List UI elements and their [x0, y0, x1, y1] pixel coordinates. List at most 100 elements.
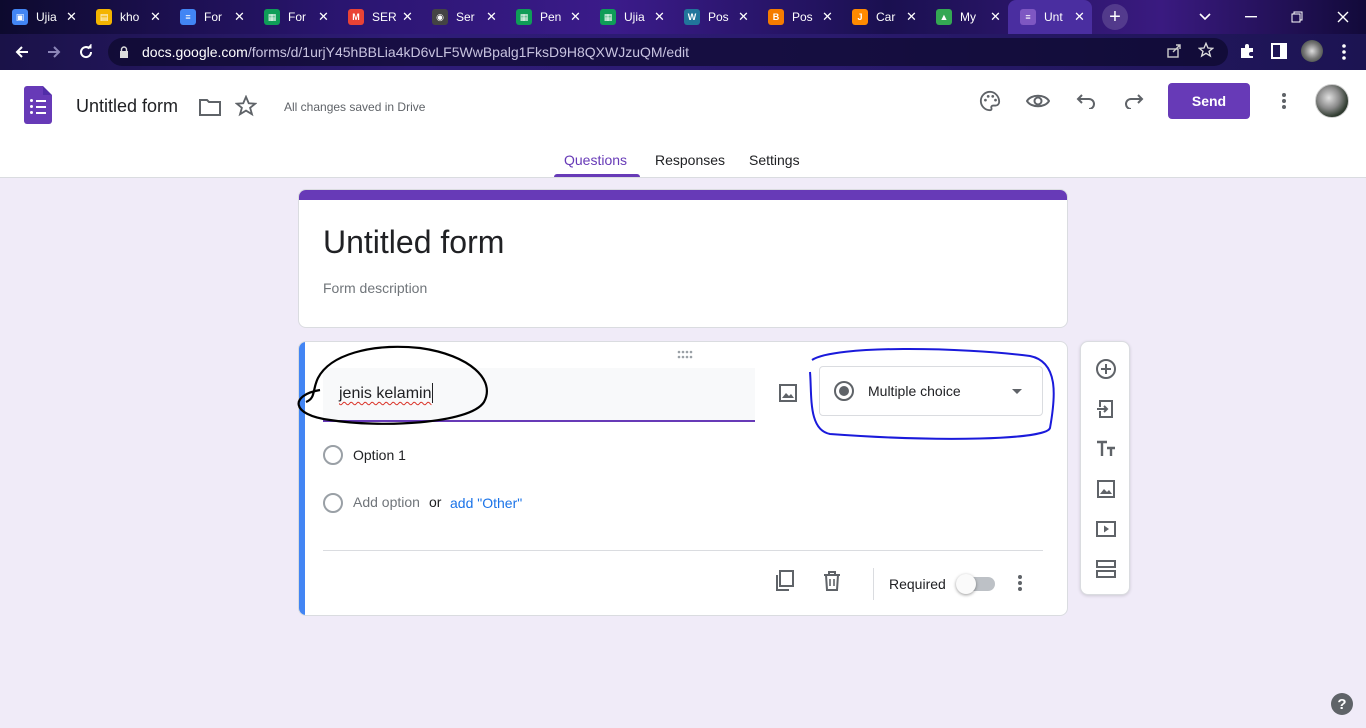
browser-tab[interactable]: M SER ✕ — [336, 0, 420, 34]
import-questions-icon[interactable] — [1093, 396, 1119, 422]
profile-avatar[interactable] — [1301, 40, 1323, 62]
url-field[interactable]: docs.google.com/forms/d/1urjY45hBBLia4kD… — [108, 38, 1228, 66]
tab-close-icon[interactable]: ✕ — [318, 9, 329, 25]
drag-handle-icon[interactable] — [677, 350, 693, 360]
tab-close-icon[interactable]: ✕ — [150, 9, 161, 25]
form-title-input[interactable]: Untitled form — [323, 224, 504, 261]
tab-settings[interactable]: Settings — [749, 152, 800, 180]
tab-favicon-icon: ▣ — [12, 9, 28, 25]
question-more-options-icon[interactable] — [1007, 570, 1033, 596]
extensions-icon[interactable] — [1238, 42, 1256, 65]
required-label: Required — [889, 576, 946, 592]
question-card[interactable]: jenis kelamin Multiple choice Option 1 A… — [298, 341, 1068, 616]
add-image-icon[interactable] — [773, 378, 803, 408]
browser-tab[interactable]: ▤ kho ✕ — [84, 0, 168, 34]
browser-tab[interactable]: ≡ Unt ✕ — [1008, 0, 1092, 34]
browser-menu-icon[interactable] — [1337, 43, 1351, 66]
browser-tab[interactable]: ▦ Pen ✕ — [504, 0, 588, 34]
tab-title: Ujia — [36, 10, 57, 24]
question-type-label: Multiple choice — [868, 383, 961, 399]
move-to-folder-icon[interactable] — [190, 87, 230, 127]
active-tab-indicator — [554, 174, 640, 177]
customize-theme-palette-icon[interactable] — [970, 81, 1010, 121]
forward-button[interactable] — [38, 36, 70, 68]
form-title-card: Untitled form Form description — [298, 189, 1068, 328]
add-title-text-icon[interactable] — [1093, 436, 1119, 462]
add-video-icon[interactable] — [1093, 516, 1119, 542]
close-window-button[interactable] — [1320, 0, 1366, 34]
reload-icon — [80, 44, 93, 59]
google-forms-logo[interactable] — [24, 86, 52, 124]
browser-tab[interactable]: W Pos ✕ — [672, 0, 756, 34]
option-radio-icon — [323, 445, 343, 465]
browser-tab[interactable]: B Pos ✕ — [756, 0, 840, 34]
delete-trash-icon[interactable] — [819, 568, 845, 594]
browser-tab[interactable]: ≡ For ✕ — [168, 0, 252, 34]
tab-close-icon[interactable]: ✕ — [66, 9, 77, 25]
browser-tab[interactable]: ▦ Ujia ✕ — [588, 0, 672, 34]
browser-tab[interactable]: ▲ My ✕ — [924, 0, 1008, 34]
tab-title: Pos — [792, 10, 813, 24]
duplicate-icon[interactable] — [771, 568, 797, 594]
tab-close-icon[interactable]: ✕ — [1074, 9, 1085, 25]
tab-favicon-icon: ≡ — [180, 9, 196, 25]
more-options-icon[interactable] — [1264, 81, 1304, 121]
tab-favicon-icon: W — [684, 9, 700, 25]
reload-button[interactable] — [70, 36, 102, 68]
question-title-input[interactable]: jenis kelamin — [323, 368, 755, 422]
tab-close-icon[interactable]: ✕ — [906, 9, 917, 25]
browser-tab[interactable]: ▣ Ujia ✕ — [0, 0, 84, 34]
radio-button-icon — [834, 381, 854, 401]
help-button[interactable]: ? — [1331, 693, 1353, 715]
browser-tab[interactable]: ▦ For ✕ — [252, 0, 336, 34]
star-icon[interactable] — [226, 86, 266, 126]
restore-button[interactable] — [1274, 0, 1320, 34]
question-footer-divider — [323, 550, 1043, 551]
send-button[interactable]: Send — [1168, 83, 1250, 119]
add-image-tool-icon[interactable] — [1093, 476, 1119, 502]
option-1-input[interactable]: Option 1 — [353, 447, 406, 463]
tab-close-icon[interactable]: ✕ — [822, 9, 833, 25]
tab-close-icon[interactable]: ✕ — [234, 9, 245, 25]
tab-favicon-icon: M — [348, 9, 364, 25]
tab-favicon-icon: J — [852, 9, 868, 25]
preview-eye-icon[interactable] — [1018, 81, 1058, 121]
tab-title: Pos — [708, 10, 729, 24]
back-button[interactable] — [6, 36, 38, 68]
share-icon[interactable] — [1166, 43, 1182, 62]
url-path: /forms/d/1urjY45hBBLia4kD6vLF5WwBpalg1Fk… — [247, 44, 690, 60]
browser-tab[interactable]: J Car ✕ — [840, 0, 924, 34]
bookmark-star-icon[interactable] — [1197, 41, 1215, 61]
redo-icon[interactable] — [1114, 81, 1154, 121]
add-option-input[interactable]: Add option — [353, 494, 420, 510]
new-tab-button[interactable]: + — [1102, 4, 1128, 30]
tab-favicon-icon: ◉ — [432, 9, 448, 25]
question-title-text: jenis kelamin — [339, 385, 432, 402]
tab-search-button[interactable] — [1182, 0, 1228, 34]
tab-title: Unt — [1044, 10, 1063, 24]
add-option-radio-icon — [323, 493, 343, 513]
tab-responses[interactable]: Responses — [655, 152, 725, 180]
add-other-button[interactable]: add "Other" — [450, 495, 522, 511]
active-question-indicator — [299, 342, 305, 615]
tab-close-icon[interactable]: ✕ — [738, 9, 749, 25]
tab-close-icon[interactable]: ✕ — [486, 9, 497, 25]
undo-icon[interactable] — [1066, 81, 1106, 121]
add-question-icon[interactable] — [1093, 356, 1119, 382]
add-section-icon[interactable] — [1093, 556, 1119, 582]
document-title[interactable]: Untitled form — [76, 96, 178, 117]
tab-favicon-icon: ▦ — [264, 9, 280, 25]
tab-title: kho — [120, 10, 140, 24]
browser-tab[interactable]: ◉ Ser ✕ — [420, 0, 504, 34]
side-panel-icon[interactable] — [1271, 43, 1287, 64]
required-toggle-thumb[interactable] — [956, 574, 976, 594]
account-avatar[interactable] — [1315, 84, 1349, 118]
tab-close-icon[interactable]: ✕ — [402, 9, 413, 25]
question-type-dropdown[interactable]: Multiple choice — [819, 366, 1043, 416]
form-tabs: Questions Responses Settings — [0, 150, 1366, 178]
form-description-input[interactable]: Form description — [323, 280, 427, 296]
tab-close-icon[interactable]: ✕ — [990, 9, 1001, 25]
tab-close-icon[interactable]: ✕ — [654, 9, 665, 25]
tab-close-icon[interactable]: ✕ — [570, 9, 581, 25]
minimize-button[interactable] — [1228, 0, 1274, 34]
